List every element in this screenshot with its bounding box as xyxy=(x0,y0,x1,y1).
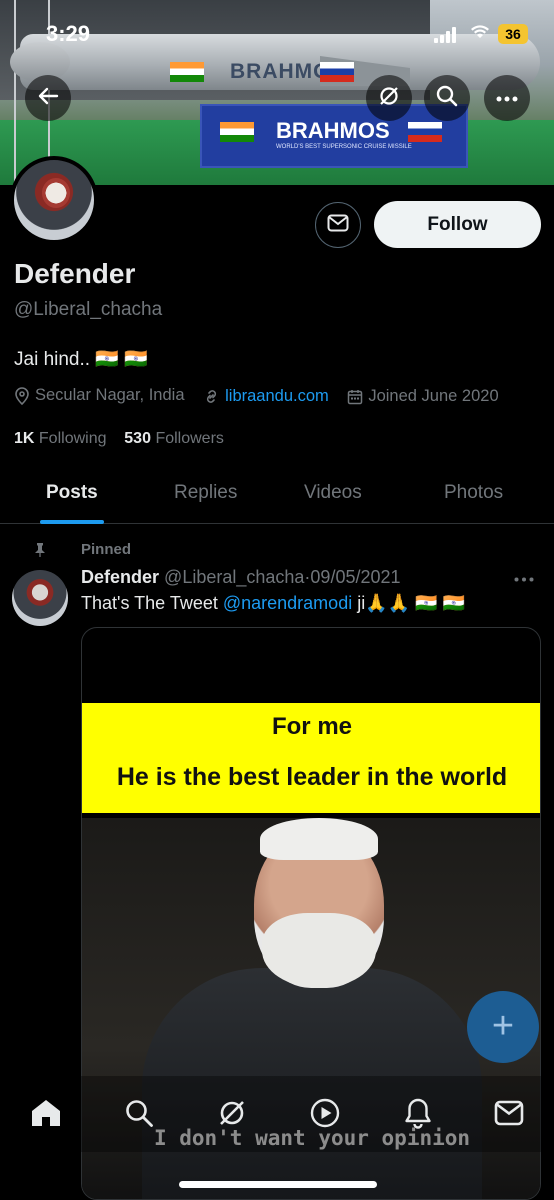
home-icon xyxy=(32,1100,60,1126)
post-text-after: ji🙏🙏 🇮🇳 🇮🇳 xyxy=(352,593,465,613)
bottom-nav xyxy=(0,1076,554,1152)
post-more-button[interactable] xyxy=(514,566,534,587)
location-icon xyxy=(15,386,29,405)
status-time: 3:29 xyxy=(46,21,91,46)
following-label: Following xyxy=(38,430,107,447)
pin-icon xyxy=(35,543,45,557)
meme-line-1: For me xyxy=(271,713,352,740)
wifi-icon xyxy=(470,24,490,45)
nav-home[interactable] xyxy=(28,1095,64,1131)
tab-photos[interactable]: Photos xyxy=(444,482,503,504)
followers-label: Followers xyxy=(155,430,224,447)
profile-bio: Jai hind.. 🇮🇳 🇮🇳 xyxy=(14,349,148,370)
post-header: Defender @Liberal_chacha·09/05/2021 xyxy=(81,567,401,588)
russia-flag-icon xyxy=(320,62,354,82)
back-icon xyxy=(37,85,59,112)
nav-video[interactable] xyxy=(307,1095,343,1131)
post-text: That's The Tweet @narendramodi ji🙏🙏 🇮🇳 🇮… xyxy=(81,593,465,614)
joined-text: Joined June 2020 xyxy=(368,387,499,405)
profile-handle: @Liberal_chacha xyxy=(14,299,163,320)
post-author-handle[interactable]: @Liberal_chacha xyxy=(164,567,304,587)
pinned-text: Pinned xyxy=(81,541,132,558)
sign-label: BRAHMOS xyxy=(276,118,390,143)
profile-tabs: Posts Replies Videos Photos xyxy=(0,468,554,524)
more-icon xyxy=(514,577,534,582)
no-lens-icon xyxy=(377,84,401,113)
message-button[interactable] xyxy=(315,202,361,248)
calendar-icon xyxy=(348,389,363,404)
tab-videos[interactable]: Videos xyxy=(304,482,362,504)
website-item[interactable]: libraandu.com xyxy=(203,387,329,406)
location-text: Secular Nagar, India xyxy=(35,386,185,404)
followers-count: 530 xyxy=(124,430,151,447)
profile-avatar[interactable] xyxy=(10,156,98,244)
nav-notifications[interactable] xyxy=(400,1095,436,1131)
profile-name: Defender xyxy=(14,258,136,289)
website-link[interactable]: libraandu.com xyxy=(225,387,329,406)
home-indicator[interactable] xyxy=(179,1181,377,1188)
follow-button[interactable]: Follow xyxy=(374,201,541,248)
mail-icon xyxy=(327,214,349,237)
sign-sublabel: WORLD'S BEST SUPERSONIC CRUISE MISSILE xyxy=(276,144,412,150)
compose-button[interactable]: + xyxy=(467,991,539,1063)
nav-search[interactable] xyxy=(121,1095,157,1131)
location-item: Secular Nagar, India xyxy=(14,386,185,405)
more-options-button[interactable] xyxy=(484,75,530,121)
russia-flag-icon xyxy=(408,122,442,142)
battery-indicator: 36 xyxy=(498,24,528,44)
link-icon xyxy=(207,389,217,403)
post-text-before: That's The Tweet xyxy=(81,593,223,613)
tab-replies[interactable]: Replies xyxy=(174,482,237,504)
followers-stat[interactable]: 530 Followers xyxy=(124,430,224,447)
more-icon xyxy=(496,89,518,107)
signal-icon xyxy=(434,27,460,43)
india-flag-icon xyxy=(170,62,204,82)
india-flag-icon xyxy=(220,122,254,142)
mail-icon xyxy=(494,1100,524,1126)
play-icon xyxy=(310,1098,340,1128)
meme-banner: For me He is the best leader in the worl… xyxy=(82,703,540,813)
search-icon xyxy=(126,1100,153,1127)
photo-beard xyxy=(262,913,376,988)
profile-meta: Secular Nagar, India libraandu.com Joine… xyxy=(14,386,513,410)
back-button[interactable] xyxy=(25,75,71,121)
post-author-name[interactable]: Defender xyxy=(81,567,159,587)
pinned-label: Pinned xyxy=(35,541,132,558)
post-mention[interactable]: @narendramodi xyxy=(223,593,352,613)
bell-icon xyxy=(405,1098,431,1129)
search-icon xyxy=(435,84,459,113)
grok-icon xyxy=(220,1101,244,1125)
following-stat[interactable]: 1K Following xyxy=(14,430,107,447)
nav-messages[interactable] xyxy=(491,1095,527,1131)
following-count: 1K xyxy=(14,430,35,447)
tab-posts[interactable]: Posts xyxy=(46,482,98,504)
banner-sign: BRAHMOS WORLD'S BEST SUPERSONIC CRUISE M… xyxy=(200,104,468,168)
status-bar: 3:29 36 xyxy=(0,0,554,64)
post-date[interactable]: 09/05/2021 xyxy=(310,567,400,587)
grok-button[interactable] xyxy=(366,75,412,121)
nav-grok[interactable] xyxy=(214,1095,250,1131)
photo-hair xyxy=(260,818,378,860)
post-avatar[interactable] xyxy=(12,570,68,626)
search-button[interactable] xyxy=(424,75,470,121)
joined-item: Joined June 2020 xyxy=(347,387,499,406)
follow-stats: 1K Following 530 Followers xyxy=(14,430,224,448)
meme-line-2: He is the best leader in the world xyxy=(116,763,508,791)
tab-active-indicator xyxy=(40,520,104,524)
